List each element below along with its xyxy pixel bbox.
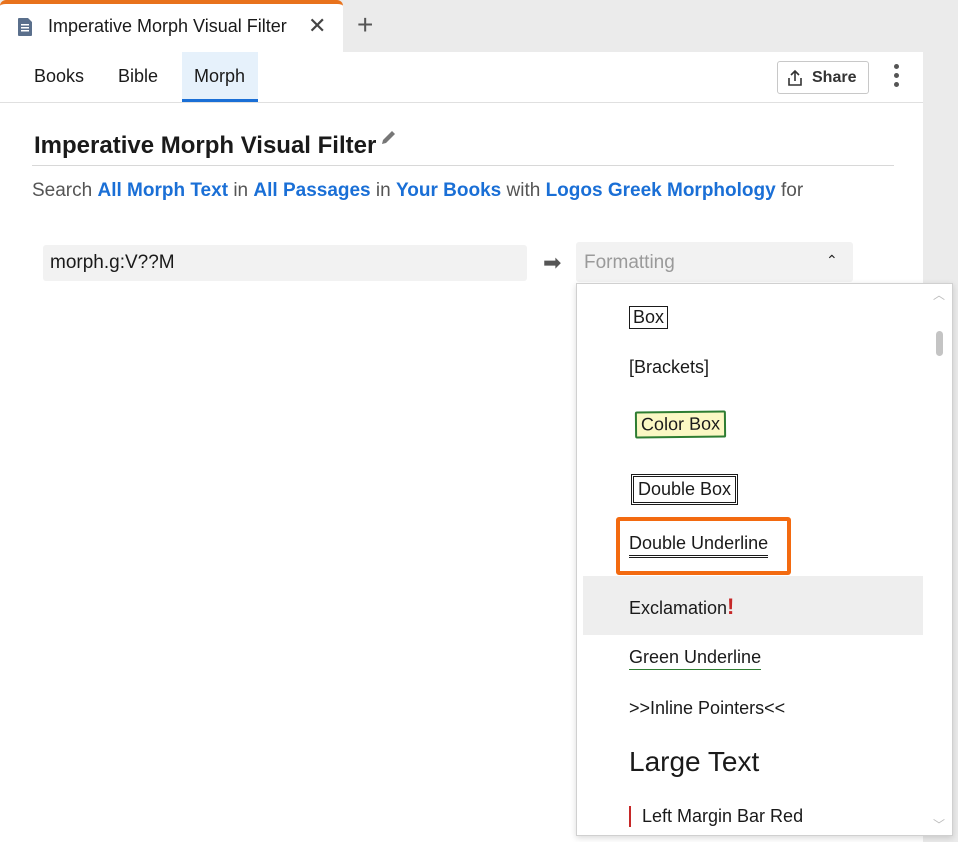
title-divider	[32, 165, 894, 166]
pencil-icon[interactable]	[380, 128, 398, 146]
search-prefix: Search	[32, 180, 93, 201]
option-inline-pointers-label: >>Inline Pointers<<	[629, 698, 786, 718]
share-icon	[788, 69, 802, 86]
tab-books[interactable]: Books	[22, 52, 96, 102]
option-green-underline[interactable]: Green Underline	[583, 647, 923, 677]
option-inline-pointers[interactable]: >>Inline Pointers<<	[583, 698, 923, 728]
option-double-box-label: Double Box	[631, 474, 739, 505]
for-text: for	[780, 180, 804, 201]
option-exclamation-label: Exclamation	[629, 598, 728, 618]
source-link[interactable]: Your Books	[396, 180, 501, 201]
scroll-up-icon[interactable]: ︿	[933, 286, 945, 303]
more-options-icon[interactable]	[888, 64, 904, 92]
tab-title: Imperative Morph Visual Filter	[48, 16, 287, 36]
query-input[interactable]	[43, 245, 527, 281]
formatting-placeholder: Formatting	[584, 252, 675, 273]
range-link[interactable]: All Passages	[253, 180, 370, 201]
add-tab-icon[interactable]: +	[357, 10, 373, 40]
close-icon[interactable]: ✕	[308, 15, 326, 37]
search-description: Search All Morph Text in All Passages in…	[32, 180, 803, 202]
option-left-margin-bar-red[interactable]: Left Margin Bar Red	[583, 806, 923, 834]
option-box[interactable]: Box	[583, 306, 923, 336]
option-box-label: Box	[629, 306, 669, 329]
tab-morph[interactable]: Morph	[182, 52, 258, 102]
exclamation-icon: !	[727, 594, 735, 619]
option-large-text-label: Large Text	[629, 746, 760, 777]
option-brackets-label: [Brackets]	[629, 357, 710, 377]
option-color-box[interactable]: Color Box	[583, 410, 923, 447]
scroll-down-icon[interactable]: ﹀	[933, 816, 945, 833]
in-text-2: in	[375, 180, 391, 201]
selection-highlight-frame	[616, 517, 791, 575]
morphology-link[interactable]: Logos Greek Morphology	[546, 180, 776, 201]
chevron-up-icon: ⌃	[826, 252, 838, 268]
option-left-margin-bar-red-label: Left Margin Bar Red	[629, 806, 803, 827]
formatting-select[interactable]: Formatting ⌃	[576, 242, 853, 282]
document-icon	[18, 18, 32, 36]
subtab-bar: Books Bible Morph Share	[0, 52, 923, 103]
option-exclamation-text: Exclamation!	[629, 594, 734, 620]
option-exclamation[interactable]: Exclamation!	[583, 594, 923, 628]
option-double-box[interactable]: Double Box	[583, 474, 923, 510]
formatting-dropdown: Box [Brackets] Color Box Double Box Doub…	[576, 283, 953, 836]
arrow-right-icon: ➡	[543, 250, 562, 275]
tab-bible[interactable]: Bible	[106, 52, 170, 102]
scrollbar-thumb[interactable]	[936, 331, 943, 356]
page-title: Imperative Morph Visual Filter	[34, 132, 377, 159]
in-text: in	[233, 180, 249, 201]
option-brackets[interactable]: [Brackets]	[583, 357, 923, 387]
share-button[interactable]: Share	[777, 61, 869, 94]
option-green-underline-label: Green Underline	[629, 647, 762, 670]
option-color-box-label: Color Box	[634, 410, 727, 439]
share-label: Share	[812, 69, 857, 86]
target-link[interactable]: All Morph Text	[97, 180, 228, 201]
with-text: with	[506, 180, 541, 201]
tab-strip: Imperative Morph Visual Filter ✕ +	[0, 0, 958, 52]
option-large-text[interactable]: Large Text	[583, 746, 923, 786]
document-tab[interactable]: Imperative Morph Visual Filter ✕	[0, 0, 343, 52]
